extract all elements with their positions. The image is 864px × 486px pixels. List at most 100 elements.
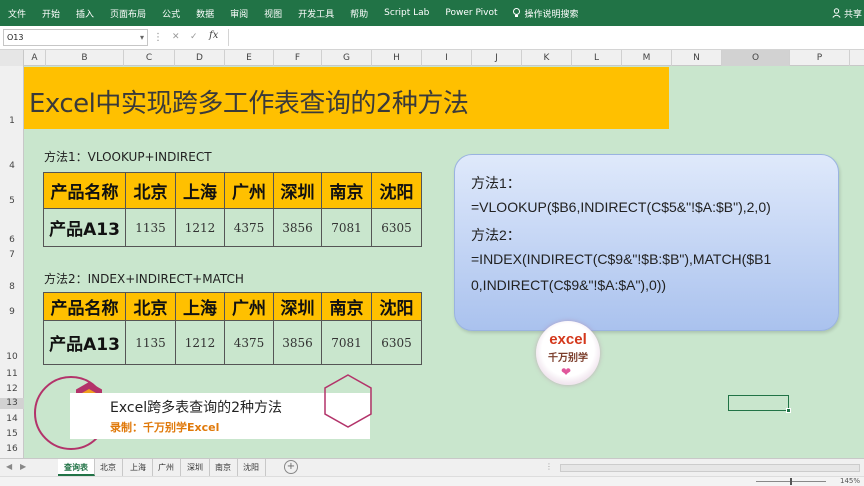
zoom-level[interactable]: 145% [840, 477, 860, 486]
column-header[interactable]: P [790, 50, 850, 66]
tab-file[interactable]: 文件 [0, 7, 34, 20]
header-cell[interactable]: 北京 [125, 292, 176, 321]
row-header[interactable]: 7 [0, 250, 24, 261]
row-header[interactable]: 8 [0, 282, 24, 293]
cancel-icon[interactable]: ✕ [172, 32, 180, 42]
value-cell[interactable]: 7081 [321, 320, 372, 365]
tab-script-lab[interactable]: Script Lab [376, 8, 437, 18]
header-cell[interactable]: 沈阳 [371, 172, 422, 209]
horizontal-scrollbar[interactable] [560, 464, 860, 472]
tab-developer[interactable]: 开发工具 [290, 7, 342, 20]
column-header[interactable]: N [672, 50, 722, 66]
add-sheet-icon[interactable]: + [284, 460, 298, 474]
value-cell[interactable]: 3856 [273, 208, 322, 247]
formula-input[interactable] [228, 29, 858, 46]
column-header[interactable]: I [422, 50, 472, 66]
selected-cell[interactable] [728, 395, 791, 413]
row-header-selected[interactable]: 13 [0, 398, 24, 409]
fill-handle[interactable] [786, 408, 791, 413]
sheet-tab-shanghai[interactable]: 上海 [124, 459, 153, 476]
worksheet-grid[interactable]: Excel中实现跨多工作表查询的2种方法 方法1：VLOOKUP+INDIREC… [24, 66, 864, 458]
value-cell[interactable]: 1212 [175, 208, 225, 247]
chevron-down-icon[interactable]: ▾ [140, 30, 144, 45]
zoom-slider-thumb[interactable] [790, 478, 792, 485]
column-header[interactable]: G [322, 50, 372, 66]
column-header[interactable]: H [372, 50, 422, 66]
row-header[interactable]: 15 [0, 429, 24, 440]
tab-data[interactable]: 数据 [188, 7, 222, 20]
tab-insert[interactable]: 插入 [68, 7, 102, 20]
header-cell[interactable]: 上海 [175, 292, 225, 321]
sheet-tab-guangzhou[interactable]: 广州 [152, 459, 181, 476]
header-cell[interactable]: 深圳 [273, 292, 322, 321]
tab-page-layout[interactable]: 页面布局 [102, 7, 154, 20]
row-header[interactable]: 4 [0, 161, 24, 172]
header-cell[interactable]: 产品名称 [43, 292, 126, 321]
header-cell[interactable]: 深圳 [273, 172, 322, 209]
sheet-tab-query[interactable]: 查询表 [58, 459, 95, 476]
tab-help[interactable]: 帮助 [342, 7, 376, 20]
column-header[interactable]: J [472, 50, 522, 66]
header-cell[interactable]: 北京 [125, 172, 176, 209]
column-header[interactable]: E [225, 50, 274, 66]
scroll-right-icon[interactable]: ▶ [20, 462, 26, 471]
header-cell[interactable]: 南京 [321, 292, 372, 321]
select-all-corner[interactable] [0, 50, 24, 66]
value-cell[interactable]: 4375 [224, 208, 274, 247]
column-header[interactable]: A [24, 50, 46, 66]
name-box[interactable]: O13 ▾ [3, 29, 148, 46]
value-cell[interactable]: 4375 [224, 320, 274, 365]
tell-me-search[interactable]: 操作说明搜索 [506, 7, 579, 20]
tab-view[interactable]: 视图 [256, 7, 290, 20]
sheet-tab-beijing[interactable]: 北京 [94, 459, 123, 476]
column-header[interactable]: B [46, 50, 124, 66]
enter-icon[interactable]: ✓ [190, 32, 198, 42]
drag-handle-icon[interactable]: ⋮ [153, 32, 163, 43]
product-cell[interactable]: 产品A13 [43, 320, 126, 365]
header-cell[interactable]: 广州 [224, 292, 274, 321]
zoom-slider[interactable] [756, 478, 826, 485]
formula-callout-box[interactable]: 方法1： =VLOOKUP($B6,INDIRECT(C$5&"!$A:$B")… [454, 154, 839, 331]
row-header[interactable]: 6 [0, 235, 24, 246]
column-header[interactable]: L [572, 50, 622, 66]
share-button[interactable]: 共享 [832, 0, 862, 26]
tab-formulas[interactable]: 公式 [154, 7, 188, 20]
header-cell[interactable]: 上海 [175, 172, 225, 209]
row-header[interactable]: 16 [0, 444, 24, 455]
header-cell[interactable]: 南京 [321, 172, 372, 209]
header-cell[interactable]: 广州 [224, 172, 274, 209]
value-cell[interactable]: 6305 [371, 208, 422, 247]
value-cell[interactable]: 7081 [321, 208, 372, 247]
status-bar: 145% [0, 476, 864, 486]
value-cell[interactable]: 6305 [371, 320, 422, 365]
product-cell[interactable]: 产品A13 [43, 208, 126, 247]
value-cell[interactable]: 1135 [125, 320, 176, 365]
tab-home[interactable]: 开始 [34, 7, 68, 20]
header-cell[interactable]: 产品名称 [43, 172, 126, 209]
row-header[interactable]: 14 [0, 414, 24, 425]
row-header[interactable]: 1 [0, 116, 24, 127]
row-header[interactable]: 9 [0, 307, 24, 318]
insert-function-icon[interactable]: fx [209, 30, 218, 41]
header-cell[interactable]: 沈阳 [371, 292, 422, 321]
column-header[interactable]: M [622, 50, 672, 66]
column-header-selected[interactable]: O [722, 50, 790, 66]
tab-review[interactable]: 审阅 [222, 7, 256, 20]
column-header[interactable]: F [274, 50, 322, 66]
value-cell[interactable]: 1212 [175, 320, 225, 365]
more-options-icon[interactable]: ⋮ [545, 462, 553, 471]
row-header[interactable]: 12 [0, 384, 24, 395]
row-header[interactable]: 5 [0, 196, 24, 207]
column-header[interactable]: C [124, 50, 175, 66]
row-header[interactable]: 11 [0, 369, 24, 380]
tab-power-pivot[interactable]: Power Pivot [437, 8, 505, 18]
sheet-tab-shenzhen[interactable]: 深圳 [181, 459, 210, 476]
scroll-left-icon[interactable]: ◀ [6, 462, 12, 471]
value-cell[interactable]: 1135 [125, 208, 176, 247]
column-header[interactable]: D [175, 50, 225, 66]
row-header[interactable]: 10 [0, 352, 24, 363]
value-cell[interactable]: 3856 [273, 320, 322, 365]
column-header[interactable]: K [522, 50, 572, 66]
sheet-tab-shenyang[interactable]: 沈阳 [237, 459, 266, 476]
sheet-tab-nanjing[interactable]: 南京 [209, 459, 238, 476]
